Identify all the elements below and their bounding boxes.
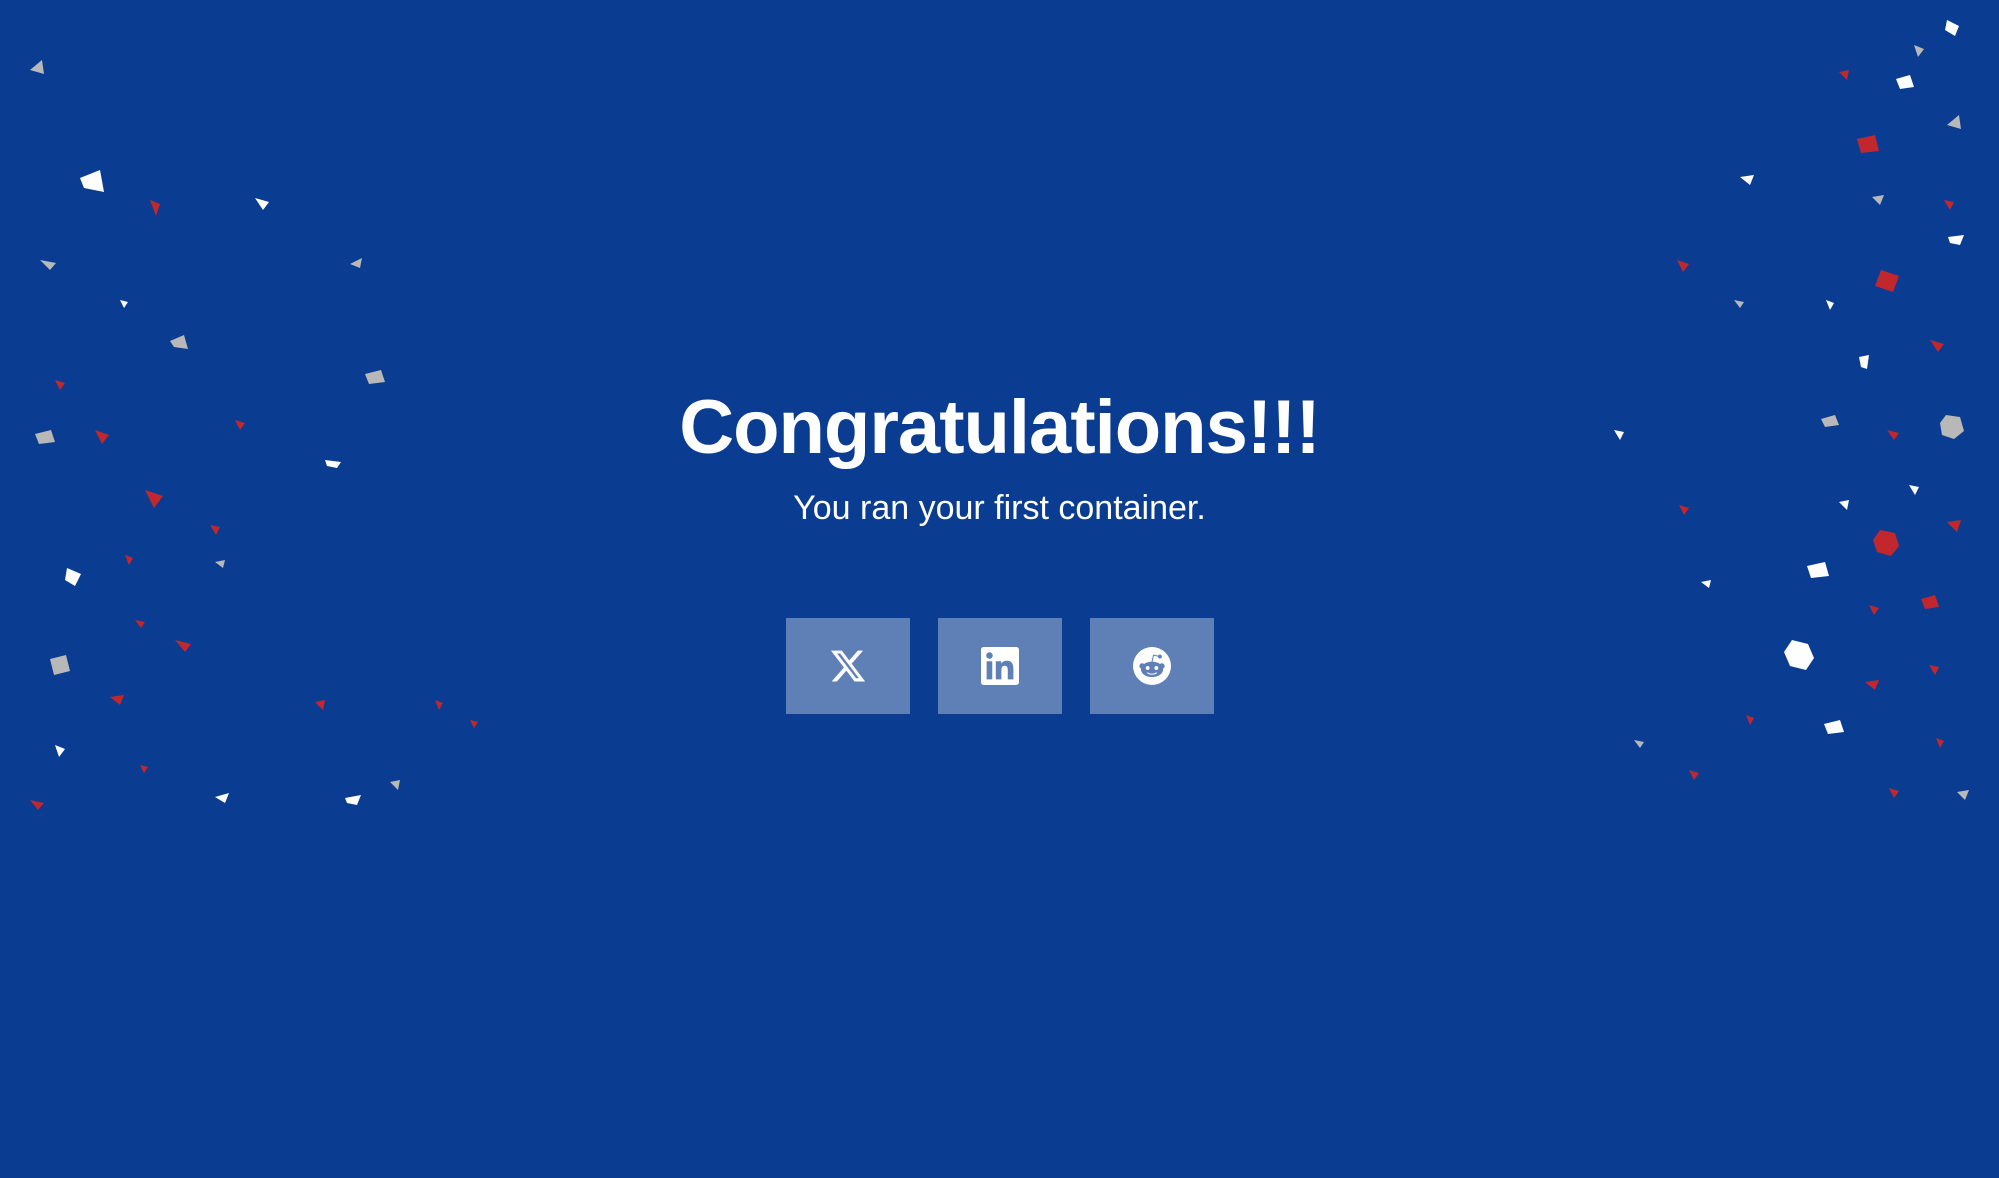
confetti-decoration [55,380,65,390]
congrats-page: Congratulations!!! You ran your first co… [0,0,1999,1178]
confetti-decoration [1614,430,1624,440]
page-heading: Congratulations!!! [679,384,1320,471]
confetti-decoration [1914,45,1924,57]
share-reddit-button[interactable] [1090,618,1214,714]
confetti-decoration [1679,505,1689,515]
confetti-decoration [55,745,65,757]
confetti-decoration [1947,115,1961,129]
confetti-decoration [80,170,104,192]
confetti-decoration [150,200,160,216]
confetti-decoration [345,795,361,805]
confetti-decoration [1947,520,1961,532]
confetti-decoration [1957,790,1969,800]
confetti-decoration [1909,485,1919,495]
confetti-decoration [1869,605,1879,615]
reddit-icon [1133,647,1171,685]
confetti-decoration [1740,175,1754,185]
confetti-decoration [125,555,133,565]
confetti-decoration [1824,720,1844,734]
confetti-decoration [1689,770,1699,780]
confetti-decoration [1921,595,1939,609]
confetti-decoration [1634,740,1644,748]
confetti-decoration [215,793,229,803]
confetti-decoration [120,300,128,308]
confetti-decoration [30,60,44,74]
confetti-decoration [1859,355,1869,369]
confetti-decoration [1826,300,1834,310]
confetti-decoration [1929,665,1939,675]
confetti-decoration [30,800,44,810]
confetti-decoration [1807,562,1829,578]
linkedin-icon [981,647,1019,685]
confetti-decoration [170,335,188,349]
confetti-decoration [1945,20,1959,36]
share-button-row [786,618,1214,714]
share-linkedin-button[interactable] [938,618,1062,714]
confetti-decoration [50,655,70,675]
confetti-decoration [1734,300,1744,308]
confetti-decoration [1872,195,1884,205]
confetti-decoration [470,720,478,728]
confetti-decoration [1948,235,1964,245]
confetti-decoration [1746,715,1754,725]
confetti-decoration [1873,530,1899,556]
confetti-decoration [1839,500,1849,510]
confetti-decoration [1936,738,1944,748]
confetti-decoration [65,568,81,586]
confetti-decoration [1865,680,1879,690]
confetti-decoration [215,560,225,568]
confetti-decoration [1839,70,1849,80]
confetti-decoration [1677,260,1689,272]
confetti-decoration [40,260,56,270]
confetti-decoration [1896,75,1914,89]
confetti-decoration [1701,580,1711,588]
confetti-decoration [1875,270,1899,292]
confetti-decoration [235,420,245,430]
confetti-decoration [95,430,109,444]
confetti-decoration [1784,640,1814,670]
confetti-decoration [140,765,148,773]
confetti-decoration [1821,415,1839,427]
confetti-decoration [110,695,124,705]
x-icon [829,647,867,685]
confetti-decoration [1944,200,1954,210]
confetti-decoration [255,198,269,210]
confetti-decoration [435,700,443,710]
confetti-decoration [365,370,385,384]
confetti-decoration [35,430,55,444]
share-twitter-button[interactable] [786,618,910,714]
confetti-decoration [1887,430,1899,440]
confetti-decoration [135,620,145,628]
confetti-decoration [350,258,362,268]
confetti-decoration [175,640,191,652]
confetti-decoration [1889,788,1899,798]
confetti-decoration [1930,340,1944,352]
confetti-decoration [325,460,341,468]
confetti-decoration [1940,415,1964,439]
page-subheading: You ran your first container. [793,489,1206,528]
confetti-decoration [1857,135,1879,153]
confetti-decoration [210,525,220,535]
confetti-decoration [315,700,325,710]
confetti-decoration [390,780,400,790]
confetti-decoration [145,490,163,508]
